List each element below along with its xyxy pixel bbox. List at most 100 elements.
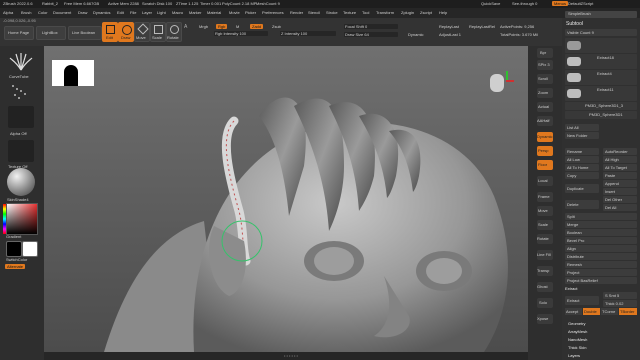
paste-button[interactable]: Paste <box>603 172 637 179</box>
main-color-swatch[interactable] <box>6 241 22 257</box>
dynamic-toggle[interactable]: Dynamic <box>408 32 424 37</box>
subtool-item[interactable]: Extract18 <box>565 54 637 69</box>
actual-button[interactable]: Actual <box>537 102 553 112</box>
seethrough-slider[interactable]: See-through 0 <box>512 1 537 6</box>
z-intensity-slider[interactable]: Z Intensity 100 <box>280 31 336 36</box>
all-to-home-button[interactable]: All To Home <box>565 164 599 171</box>
menu-brush[interactable]: Brush <box>21 10 31 15</box>
visible-count-slider[interactable]: Visible Count 9 <box>565 29 637 36</box>
menu-render[interactable]: Render <box>290 10 303 15</box>
secondary-color-swatch[interactable] <box>22 241 38 257</box>
switch-color-button[interactable]: SwitchColor <box>6 257 27 262</box>
menu-file[interactable]: File <box>130 10 136 15</box>
rgb-toggle[interactable]: Rgb <box>216 24 228 29</box>
navigation-head-gizmo[interactable] <box>486 68 516 100</box>
solo-button[interactable]: Solo <box>537 298 553 308</box>
replay-last-rel-button[interactable]: ReplayLastRel <box>469 24 495 29</box>
s-smt-slider[interactable]: S Smt 5 <box>603 292 637 299</box>
replay-last-button[interactable]: ReplayLast <box>439 24 459 29</box>
auto-reorder-button[interactable]: AutoReorder <box>603 148 637 155</box>
tcorne-toggle[interactable]: TCorne <box>601 308 618 315</box>
menu-tool[interactable]: Tool <box>362 10 369 15</box>
menu-macro[interactable]: Macro <box>172 10 183 15</box>
scroll-button[interactable]: Scroll <box>537 74 553 84</box>
alternate-button[interactable]: Alternate <box>5 264 26 269</box>
transp-button[interactable]: Transp <box>537 266 553 276</box>
subtool-item[interactable]: PM3D_Sphere3D1 <box>565 111 637 119</box>
extract-header[interactable]: Extract <box>565 286 577 291</box>
zadd-toggle[interactable]: Zadd <box>250 24 264 29</box>
draw-button[interactable]: Draw <box>118 22 134 42</box>
persp-button[interactable]: Persp <box>537 146 553 156</box>
subtool-item[interactable]: Extract11 <box>565 86 637 101</box>
thick-slider[interactable]: Thick 0.02 <box>603 300 637 307</box>
rgb-intensity-slider[interactable]: Rgb Intensity 100 <box>214 31 268 36</box>
copy-button[interactable]: Copy <box>565 172 599 179</box>
curvetube-brush-thumbnail[interactable] <box>8 52 34 72</box>
menu-zscript[interactable]: Zscript <box>420 10 432 15</box>
tborder-toggle[interactable]: TBorder <box>619 308 637 315</box>
menu-stencil[interactable]: Stencil <box>308 10 320 15</box>
all-to-target-button[interactable]: All To Target <box>603 164 637 171</box>
split-section[interactable]: Split <box>565 213 637 220</box>
quicksave-button[interactable]: QuickSave <box>481 1 500 6</box>
focal-shift-slider[interactable]: Focal Shift 0 <box>344 24 398 29</box>
menu-dynamics[interactable]: Dynamics <box>93 10 111 15</box>
menu-transform[interactable]: Transform <box>376 10 394 15</box>
menu-draw[interactable]: Draw <box>78 10 87 15</box>
mrgb-toggle[interactable]: Mrgb <box>199 24 208 29</box>
geometry-section[interactable]: Geometry <box>568 321 586 326</box>
extract-button[interactable]: Extract <box>565 296 599 305</box>
m-toggle[interactable]: M <box>236 24 239 29</box>
draw-size-slider[interactable]: Draw Size 64 <box>344 32 398 37</box>
menu-document[interactable]: Document <box>53 10 71 15</box>
menu-movie[interactable]: Movie <box>229 10 240 15</box>
xpose-button[interactable]: Xpose <box>537 314 553 324</box>
menu-light[interactable]: Light <box>157 10 166 15</box>
linefill-button[interactable]: Line Fill <box>537 250 553 260</box>
delete-button[interactable]: Delete <box>565 200 599 209</box>
sculpt-canvas[interactable] <box>44 46 528 352</box>
bevel-pro-section[interactable]: Bevel Pro <box>565 237 637 244</box>
rotate-button[interactable]: Rotate <box>166 22 182 42</box>
live-boolean-button[interactable]: Live Boolean <box>68 26 102 40</box>
del-all-button[interactable]: Del All <box>603 204 637 211</box>
simplebrush-label[interactable]: SimpleBrush <box>568 11 591 16</box>
all-low-button[interactable]: All Low <box>565 156 599 163</box>
accept-button[interactable]: Accept <box>565 308 582 315</box>
menu-edit[interactable]: Edit <box>117 10 124 15</box>
project-basrelief-section[interactable]: Project BasRelief <box>565 277 637 284</box>
hue-strip[interactable] <box>3 204 6 234</box>
alpha-thumbnail[interactable] <box>8 106 34 128</box>
floor-button[interactable]: Floor <box>537 160 553 170</box>
stroke-thumbnail[interactable] <box>9 82 33 102</box>
new-folder-button[interactable]: New Folder <box>565 132 599 139</box>
zoom-button[interactable]: Zoom <box>537 88 553 98</box>
a-toggle[interactable]: A <box>184 24 187 30</box>
dynamic-button[interactable]: Dynamic <box>537 132 553 142</box>
subtool-item[interactable]: Extract4 <box>565 70 637 85</box>
project-section[interactable]: Project <box>565 269 637 276</box>
zsub-toggle[interactable]: Zsub <box>272 24 281 29</box>
merge-section[interactable]: Merge <box>565 221 637 228</box>
menu-picker[interactable]: Picker <box>245 10 256 15</box>
layers-section[interactable]: Layers <box>568 353 580 358</box>
boolean-section[interactable]: Boolean <box>565 229 637 236</box>
menu-stroke[interactable]: Stroke <box>326 10 338 15</box>
menu-preferences[interactable]: Preferences <box>262 10 284 15</box>
menu-alpha[interactable]: Alpha <box>3 10 13 15</box>
all-high-button[interactable]: All High <box>603 156 637 163</box>
aahalf-button[interactable]: AAHalf <box>537 116 553 126</box>
rename-button[interactable]: Rename <box>565 148 599 155</box>
bottom-bar-handle[interactable]: • • • • • • <box>284 353 298 358</box>
frame-button[interactable]: Frame <box>537 192 553 202</box>
duplicate-button[interactable]: Duplicate <box>565 184 599 193</box>
spix-button[interactable]: SPix 3 <box>537 60 553 70</box>
double-toggle[interactable]: Double <box>583 308 600 315</box>
menu-marker[interactable]: Marker <box>189 10 201 15</box>
del-other-button[interactable]: Del Other <box>603 196 637 203</box>
edit-button[interactable]: Edit <box>102 22 118 42</box>
subtool-header[interactable]: Subtool <box>566 21 583 27</box>
list-all-button[interactable]: List All <box>565 124 599 131</box>
menu-zplugin[interactable]: Zplugin <box>401 10 414 15</box>
